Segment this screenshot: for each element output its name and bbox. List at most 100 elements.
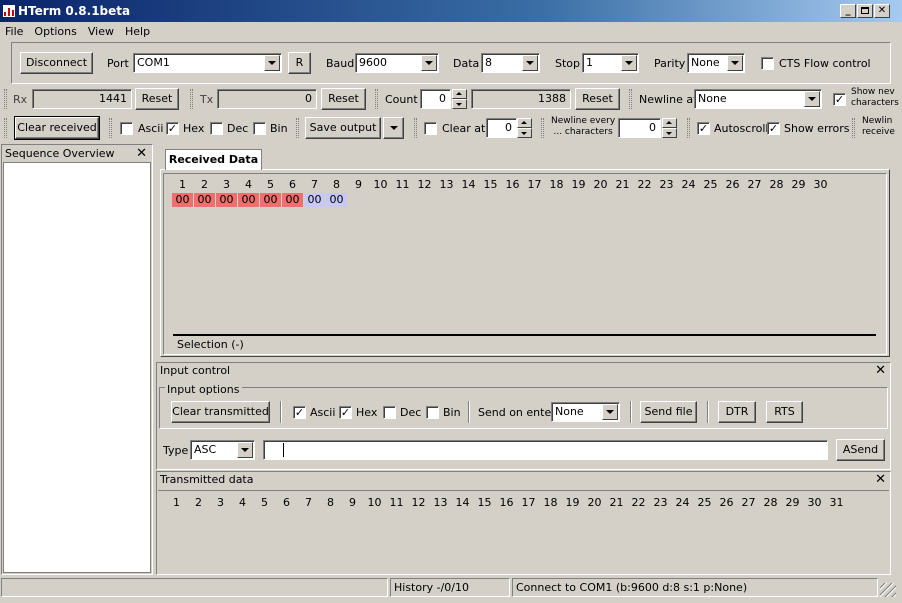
toolbar-grip[interactable] bbox=[687, 118, 690, 138]
chevron-down-icon[interactable] bbox=[602, 404, 618, 420]
autoscroll-checkbox[interactable]: ✓ bbox=[697, 122, 710, 135]
clear-received-button[interactable]: Clear received bbox=[14, 116, 100, 140]
transmitted-column-number: 18 bbox=[543, 496, 558, 509]
asend-button[interactable]: ASend bbox=[836, 439, 885, 461]
transmitted-column-number: 23 bbox=[653, 496, 668, 509]
toolbar-grip[interactable] bbox=[109, 118, 112, 138]
show-newline-checkbox[interactable]: ✓ bbox=[833, 93, 846, 106]
rts-button[interactable]: RTS bbox=[766, 401, 803, 423]
stop-bits-select[interactable]: 1 bbox=[582, 53, 639, 73]
transmitted-data-view[interactable]: 1 2 3 4 5 6 7 8 9 10 11 12 13 14 15 16 17 18 19 20 21 22 23 24 2… bbox=[158, 490, 889, 574]
disconnect-button[interactable]: Disconnect bbox=[20, 52, 93, 74]
clear-at-spinner[interactable] bbox=[517, 118, 532, 138]
count-total: 1388 bbox=[471, 89, 571, 109]
chevron-down-icon[interactable] bbox=[522, 55, 538, 71]
parity-select[interactable]: None bbox=[687, 53, 745, 73]
transmitted-column-number: 24 bbox=[675, 496, 690, 509]
count-spinner[interactable] bbox=[452, 89, 467, 109]
count-reset-button[interactable]: Reset bbox=[575, 88, 620, 110]
toolbar-grip[interactable] bbox=[296, 118, 299, 138]
show-errors-checkbox[interactable]: ✓ bbox=[767, 122, 780, 135]
recv-hex-checkbox[interactable]: ✓ bbox=[166, 122, 179, 135]
toolbar-grip[interactable] bbox=[375, 89, 378, 109]
clear-at-checkbox[interactable] bbox=[424, 122, 437, 135]
newline-every-input[interactable]: 0 bbox=[618, 118, 661, 138]
minimize-button[interactable]: _ bbox=[840, 4, 856, 18]
clear-at-input[interactable]: 0 bbox=[486, 118, 517, 138]
received-byte[interactable]: 00 bbox=[260, 193, 281, 207]
transmitted-column-number: 8 bbox=[327, 496, 334, 509]
received-column-number: 3 bbox=[223, 178, 230, 191]
transmitted-column-number: 31 bbox=[829, 496, 844, 509]
data-bits-select[interactable]: 8 bbox=[481, 53, 540, 73]
close-icon[interactable]: ✕ bbox=[136, 147, 147, 160]
chevron-down-icon[interactable] bbox=[804, 91, 820, 107]
recv-dec-checkbox[interactable] bbox=[210, 122, 223, 135]
transmitted-column-number: 30 bbox=[807, 496, 822, 509]
tx-reset-button[interactable]: Reset bbox=[321, 88, 366, 110]
newline-every-spinner[interactable] bbox=[662, 118, 677, 138]
send-dec-checkbox[interactable] bbox=[383, 406, 396, 419]
chevron-down-icon[interactable] bbox=[727, 55, 743, 71]
title-bar[interactable]: HTerm 0.8.1beta bbox=[0, 0, 902, 22]
send-file-button[interactable]: Send file bbox=[640, 401, 697, 423]
sequence-list[interactable] bbox=[3, 162, 151, 573]
clear-transmitted-button[interactable]: Clear transmitted bbox=[171, 401, 270, 423]
toolbar-grip[interactable] bbox=[4, 118, 7, 138]
toolbar-grip[interactable] bbox=[629, 89, 632, 109]
received-byte[interactable]: 00 bbox=[194, 193, 215, 207]
toolbar-grip[interactable] bbox=[190, 89, 193, 109]
count-input[interactable]: 0 bbox=[420, 89, 451, 109]
rx-reset-button[interactable]: Reset bbox=[135, 88, 179, 110]
received-byte[interactable]: 00 bbox=[216, 193, 237, 207]
send-input[interactable] bbox=[263, 440, 828, 460]
maximize-button[interactable] bbox=[857, 4, 873, 18]
toolbar-grip[interactable] bbox=[414, 118, 417, 138]
send-on-enter-select[interactable]: None bbox=[551, 402, 620, 422]
received-byte[interactable]: 00 bbox=[282, 193, 303, 207]
received-column-number: 23 bbox=[659, 178, 674, 191]
menu-options[interactable]: Options bbox=[29, 22, 82, 38]
menu-file[interactable]: File bbox=[0, 22, 29, 38]
recv-bin-checkbox[interactable] bbox=[253, 122, 266, 135]
sequence-overview-panel: Sequence Overview ✕ bbox=[1, 144, 153, 575]
save-output-dropdown[interactable] bbox=[383, 117, 404, 139]
send-ascii-checkbox[interactable]: ✓ bbox=[293, 406, 306, 419]
toolbar-grip[interactable] bbox=[852, 118, 855, 138]
newline-at-select[interactable]: None bbox=[694, 89, 822, 109]
type-select[interactable]: ASC bbox=[190, 440, 255, 460]
received-column-number: 24 bbox=[681, 178, 696, 191]
chevron-down-icon[interactable] bbox=[421, 55, 437, 71]
received-byte[interactable]: 00 bbox=[172, 193, 193, 207]
resize-grip-icon[interactable] bbox=[880, 583, 896, 597]
menu-help[interactable]: Help bbox=[120, 22, 156, 38]
menu-view[interactable]: View bbox=[83, 22, 120, 38]
baud-select[interactable]: 9600 bbox=[355, 53, 439, 73]
send-hex-checkbox[interactable]: ✓ bbox=[339, 406, 352, 419]
recv-ascii-checkbox[interactable] bbox=[120, 122, 133, 135]
toolbar-grip[interactable] bbox=[4, 89, 7, 109]
received-byte[interactable]: 00 bbox=[238, 193, 259, 207]
close-button[interactable]: ✕ bbox=[874, 4, 890, 18]
cts-checkbox[interactable] bbox=[761, 57, 774, 70]
send-bin-checkbox[interactable] bbox=[426, 406, 439, 419]
close-icon[interactable]: ✕ bbox=[875, 364, 886, 377]
dtr-button[interactable]: DTR bbox=[718, 401, 756, 423]
save-output-button[interactable]: Save output bbox=[305, 117, 381, 139]
received-byte[interactable]: 00 bbox=[326, 193, 347, 207]
recv-bin-label: Bin bbox=[270, 122, 288, 135]
received-data-view[interactable]: 1 2 3 4 5 6 7 8 9 10 11 12 13 14 15 16 17 18 19 20 21 22 23 24 2… bbox=[163, 173, 887, 355]
chevron-down-icon[interactable] bbox=[237, 442, 253, 458]
received-byte[interactable]: 00 bbox=[304, 193, 325, 207]
port-select[interactable]: COM1 bbox=[133, 53, 282, 73]
received-column-number: 21 bbox=[615, 178, 630, 191]
separator bbox=[280, 401, 282, 423]
received-column-number: 15 bbox=[483, 178, 498, 191]
refresh-ports-button[interactable]: R bbox=[288, 52, 311, 74]
chevron-down-icon[interactable] bbox=[621, 55, 637, 71]
toolbar-grip[interactable] bbox=[541, 118, 544, 138]
chevron-down-icon[interactable] bbox=[264, 55, 280, 71]
tab-received-data[interactable]: Received Data bbox=[165, 149, 262, 170]
close-icon[interactable]: ✕ bbox=[875, 473, 886, 486]
received-bytes-row[interactable]: 00 00 00 00 00 00 00 00 bbox=[166, 193, 866, 207]
